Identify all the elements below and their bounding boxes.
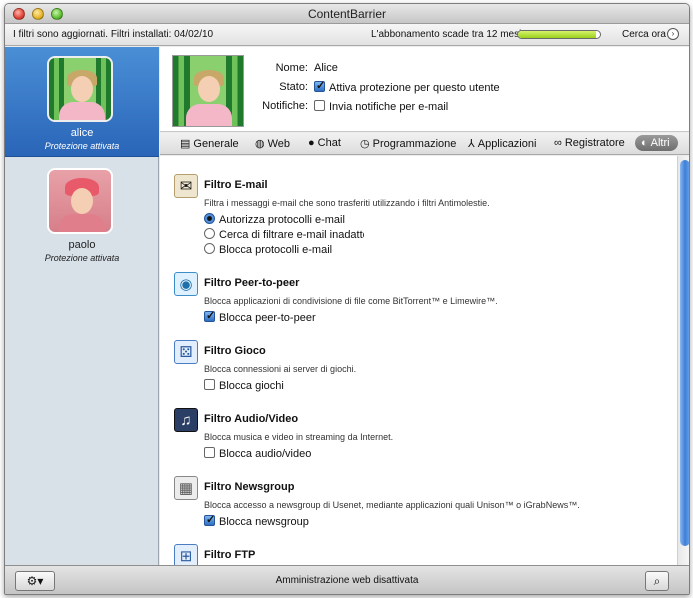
vertical-scrollbar[interactable]	[677, 156, 689, 565]
tab-bar: ▤ Generale ◍ Web ● Chat ◷ Programmazione ⅄ Ap…	[160, 133, 689, 155]
clock-icon: ◷	[360, 138, 370, 150]
p2p-icon: ◉	[174, 272, 198, 296]
dice-icon: ⚄	[174, 340, 198, 364]
user-item-paolo[interactable]: paolo Protezione attivata	[5, 159, 159, 269]
tab-altri[interactable]: ◐ Altri	[635, 135, 678, 151]
subscription-text: L'abbonamento scade tra 12 mesi.	[371, 29, 525, 40]
window-title: ContentBarrier	[307, 7, 387, 21]
film-music-icon: ♫	[174, 408, 198, 432]
app-icon: ⅄	[468, 138, 475, 150]
section-title: Filtro E-mail	[204, 179, 268, 191]
user-name: alice	[70, 127, 94, 139]
user-sidebar: alice Protezione attivata paolo Protezio…	[5, 47, 159, 565]
arrow-right-icon[interactable]: ›	[667, 28, 679, 40]
block-p2p-checkbox[interactable]: Blocca peer-to-peer	[204, 309, 316, 324]
section-description: Blocca musica e video in streaming da In…	[204, 432, 394, 442]
scrollbar-thumb[interactable]	[680, 160, 689, 546]
name-label: Nome:	[275, 62, 308, 74]
app-window: ContentBarrier I filtri sono aggiornati.…	[4, 3, 690, 595]
block-email-radio[interactable]: Blocca protocolli e-mail	[204, 243, 332, 256]
section-title: Filtro Newsgroup	[204, 481, 295, 493]
section-title: Filtro FTP	[204, 549, 256, 561]
user-status: Protezione attivata	[44, 253, 120, 263]
block-audio-video-checkbox[interactable]: Blocca audio/video	[204, 447, 311, 460]
bottom-bar: ⚙▾ Amministrazione web disattivata ⌕	[5, 565, 689, 594]
section-description: Blocca applicazioni di condivisione di f…	[204, 296, 498, 306]
allow-email-radio[interactable]: Autorizza protocolli e-mail	[204, 213, 345, 226]
name-value[interactable]: Alice	[314, 62, 338, 74]
checkbox-unchecked-icon[interactable]	[204, 447, 215, 458]
status-bar: I filtri sono aggiornati. Filtri install…	[5, 24, 689, 46]
subscription-progress-fill	[518, 31, 596, 38]
tab-applicazioni[interactable]: ⅄ Applicazioni	[468, 137, 536, 150]
filters-status-text: I filtri sono aggiornati. Filtri install…	[13, 29, 214, 40]
subscription-progress	[517, 30, 601, 39]
envelope-icon: ✉	[174, 174, 198, 198]
checkbox-unchecked-icon[interactable]	[314, 100, 325, 111]
section-title: Filtro Gioco	[204, 345, 266, 357]
section-description: Blocca accesso a newsgroup di Usenet, me…	[204, 500, 580, 510]
checkbox-checked-icon[interactable]	[204, 513, 215, 526]
tape-icon: ∞	[554, 137, 562, 149]
magnifier-document-icon: ⌕	[653, 574, 661, 588]
checkbox-checked-icon[interactable]	[204, 309, 215, 322]
notify-checkbox[interactable]: Invia notifiche per e-mail	[314, 100, 448, 113]
checkbox-unchecked-icon[interactable]	[204, 379, 215, 390]
user-name: paolo	[68, 239, 96, 251]
avatar	[47, 56, 113, 122]
checkbox-checked-icon[interactable]	[314, 79, 325, 92]
chat-bubble-icon: ●	[308, 137, 315, 149]
section-title: Filtro Audio/Video	[204, 413, 299, 425]
tab-registratore[interactable]: ∞ Registratore	[554, 137, 625, 149]
user-item-alice[interactable]: alice Protezione attivata	[5, 47, 159, 157]
section-description: Blocca connessioni ai server di giochi.	[204, 364, 357, 374]
radio-unselected-icon[interactable]	[204, 228, 215, 239]
web-admin-button[interactable]: ⌕	[645, 571, 669, 591]
block-games-checkbox[interactable]: Blocca giochi	[204, 379, 284, 392]
avatar	[47, 168, 113, 234]
state-label: Stato:	[279, 81, 308, 93]
state-checkbox[interactable]: Attiva protezione per questo utente	[314, 79, 500, 94]
filters-panel: ✉ Filtro E-mail Filtra i messaggi e-mail…	[160, 156, 689, 565]
section-title: Filtro Peer-to-peer	[204, 277, 300, 289]
block-newsgroup-checkbox[interactable]: Blocca newsgroup	[204, 513, 309, 528]
toggle-icon: ◐	[641, 137, 648, 149]
globe-icon: ◍	[255, 138, 265, 150]
check-now-link[interactable]: Cerca ora	[622, 29, 666, 40]
network-icon: ⊞	[174, 544, 198, 565]
title-bar: ContentBarrier	[5, 4, 689, 24]
radio-unselected-icon[interactable]	[204, 243, 215, 254]
user-status: Protezione attivata	[44, 141, 120, 151]
tab-web[interactable]: ◍ Web	[255, 137, 290, 150]
notify-label: Notifiche:	[262, 100, 308, 112]
tab-programmazione[interactable]: ◷ Programmazione	[360, 137, 456, 150]
filter-email-radio[interactable]: Cerca di filtrare e-mail inadatte	[204, 228, 364, 241]
newspaper-icon: ▦	[174, 476, 198, 500]
tab-generale[interactable]: ▤ Generale	[180, 137, 239, 150]
section-description: Filtra i messaggi e-mail che sono trasfe…	[204, 198, 490, 208]
user-header: Nome: Alice Stato: Attiva protezione per…	[160, 47, 689, 132]
radio-selected-icon[interactable]	[204, 213, 215, 224]
list-icon: ▤	[180, 138, 191, 150]
tab-chat[interactable]: ● Chat	[308, 137, 341, 149]
web-admin-status: Amministrazione web disattivata	[275, 575, 419, 586]
